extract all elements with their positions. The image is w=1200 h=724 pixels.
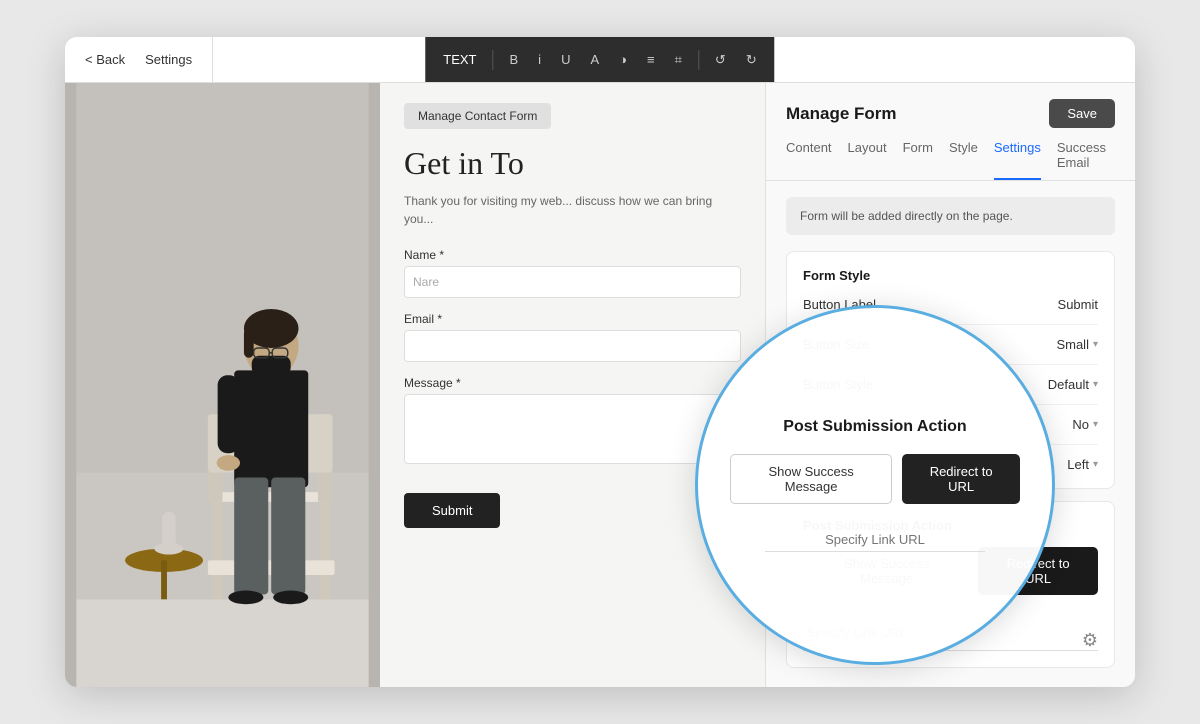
form-side: Manage Contact Form Get in To Thank you …: [380, 83, 765, 687]
button-label-value: Submit: [1058, 297, 1098, 312]
tab-form[interactable]: Form: [903, 140, 933, 180]
undo-tool[interactable]: ↺: [709, 48, 732, 72]
canvas-area: Manage Contact Form Get in To Thank you …: [65, 83, 765, 687]
name-label: Name *: [404, 248, 741, 262]
chevron-icon3: ▾: [1093, 419, 1098, 430]
button-style-value[interactable]: Default ▾: [1048, 377, 1098, 392]
photo-side: [65, 83, 380, 687]
link-tool[interactable]: ⌗: [669, 48, 688, 72]
message-input[interactable]: [404, 394, 741, 464]
toolbar-center: TEXT B i U A ◑ ≡ ⌗ ↺ ↻: [425, 37, 774, 82]
back-label: < Back: [85, 52, 125, 67]
chevron-icon2: ▾: [1093, 379, 1098, 390]
panel-tabs: Content Layout Form Style Settings Succe…: [766, 128, 1135, 181]
email-label: Email *: [404, 312, 741, 326]
form-subtext: Thank you for visiting my web... discuss…: [404, 192, 741, 228]
back-button[interactable]: < Back: [77, 48, 133, 71]
submit-button[interactable]: Submit: [404, 493, 500, 528]
toolbar: < Back Settings TEXT B i U A ◑ ≡ ⌗ ↺ ↻: [65, 37, 1135, 83]
canvas-bg: Manage Contact Form Get in To Thank you …: [65, 83, 765, 687]
underline-tool[interactable]: U: [555, 48, 576, 71]
info-box: Form will be added directly on the page.: [786, 197, 1115, 235]
panel-title: Manage Form: [786, 104, 897, 124]
bold-tool[interactable]: B: [504, 48, 525, 71]
panel-header: Manage Form Save: [766, 83, 1135, 128]
settings-label: Settings: [137, 48, 200, 71]
main-window: < Back Settings TEXT B i U A ◑ ≡ ⌗ ↺ ↻: [65, 37, 1135, 687]
circle-submission-buttons: Show Success Message Redirect to URL: [730, 454, 1020, 504]
person-illustration: [65, 83, 380, 687]
list-tool[interactable]: ≡: [641, 48, 661, 71]
circle-post-submission-title: Post Submission Action: [783, 418, 966, 436]
circle-url-input[interactable]: [765, 528, 985, 552]
tab-layout[interactable]: Layout: [848, 140, 887, 180]
circle-overlay: Post Submission Action Show Success Mess…: [695, 305, 1055, 665]
tab-settings[interactable]: Settings: [994, 140, 1041, 180]
circle-redirect-btn[interactable]: Redirect to URL: [902, 454, 1020, 504]
chevron-icon: ▾: [1093, 339, 1098, 350]
color-tool[interactable]: A: [584, 48, 605, 71]
tab-content[interactable]: Content: [786, 140, 832, 180]
chevron-icon4: ▾: [1093, 459, 1098, 470]
tab-style[interactable]: Style: [949, 140, 978, 180]
divider: [493, 50, 494, 70]
message-field-group: Message *: [404, 376, 741, 469]
tab-success-email[interactable]: Success Email: [1057, 140, 1115, 180]
redo-tool[interactable]: ↻: [740, 48, 763, 72]
manage-contact-btn[interactable]: Manage Contact Form: [404, 103, 551, 129]
email-field-group: Email *: [404, 312, 741, 362]
alignment-value[interactable]: No ▾: [1072, 417, 1098, 432]
name-field-group: Name *: [404, 248, 741, 298]
save-button[interactable]: Save: [1049, 99, 1115, 128]
text-tool[interactable]: TEXT: [437, 48, 482, 71]
italic-tool[interactable]: i: [532, 48, 547, 71]
email-input[interactable]: [404, 330, 741, 362]
position-value[interactable]: Left ▾: [1067, 457, 1098, 472]
contrast-tool[interactable]: ◑: [613, 48, 633, 71]
name-input[interactable]: [404, 266, 741, 298]
form-style-title: Form Style: [803, 268, 1098, 283]
toolbar-left: < Back Settings: [65, 37, 213, 82]
form-heading: Get in To: [404, 145, 741, 182]
divider2: [698, 50, 699, 70]
circle-show-success-btn[interactable]: Show Success Message: [730, 454, 892, 504]
message-label: Message *: [404, 376, 741, 390]
button-size-value[interactable]: Small ▾: [1056, 337, 1098, 352]
gear-icon[interactable]: ⚙: [1082, 630, 1098, 651]
